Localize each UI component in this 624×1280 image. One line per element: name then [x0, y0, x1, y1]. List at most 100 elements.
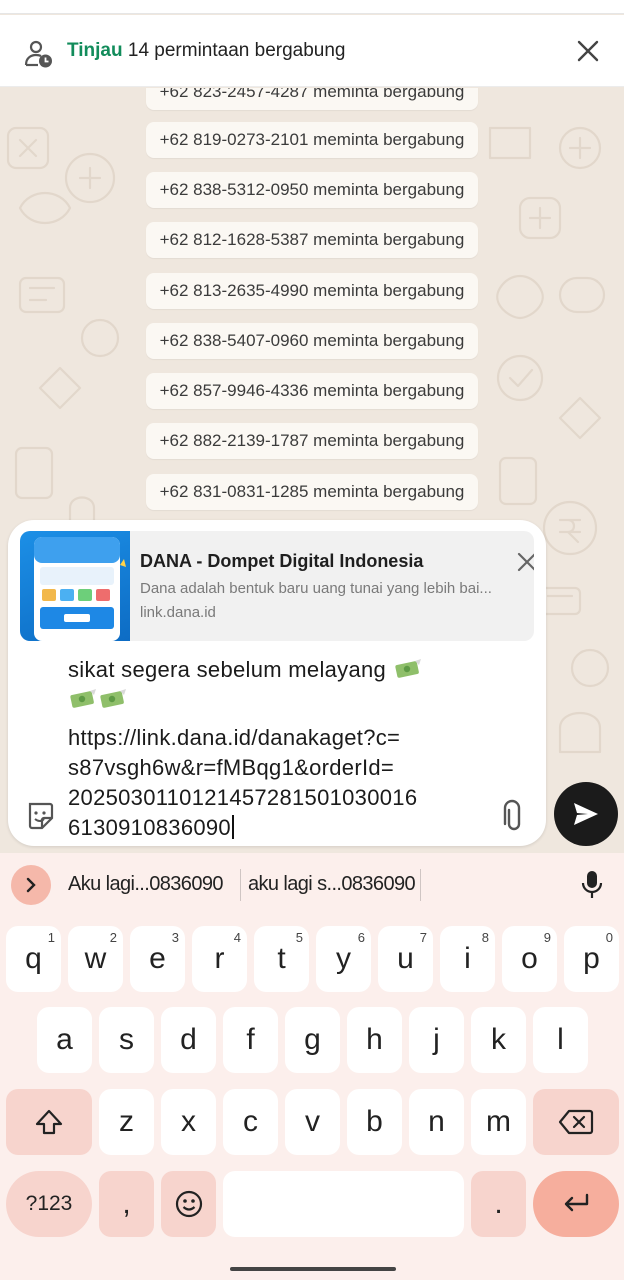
on-screen-keyboard: Aku lagi...0836090 aku lagi s...0836090 … — [0, 853, 624, 1280]
link-preview-title: DANA - Dompet Digital Indonesia — [140, 551, 424, 571]
message-line-text: sikat segera sebelum melayang — [68, 657, 387, 682]
message-line: https://link.dana.id/danakaget?c= — [68, 725, 401, 750]
key-b[interactable]: b — [347, 1089, 402, 1155]
message-composer[interactable]: DANA - Dompet Digital Indonesia Dana ada… — [8, 520, 546, 846]
key-label: e — [149, 942, 166, 975]
key-label: q — [25, 942, 42, 975]
close-banner-icon[interactable] — [574, 37, 602, 65]
system-message: +62 838-5407-0960 meminta bergabung — [146, 323, 478, 359]
key-label: ?123 — [25, 1192, 73, 1215]
join-requests-banner: Tinjau 14 permintaan bergabung — [0, 15, 624, 87]
key-d[interactable]: d — [161, 1007, 216, 1073]
link-preview-domain: link.dana.id — [140, 604, 216, 621]
message-line: s87vsgh6w&r=fMBqg1&orderId= — [68, 755, 395, 780]
key-n[interactable]: n — [409, 1089, 464, 1155]
key-label: r — [214, 942, 225, 975]
key-label: w — [84, 942, 107, 975]
key-w[interactable]: w2 — [68, 926, 123, 992]
system-message: +62 819-0273-2101 meminta bergabung — [146, 122, 478, 158]
system-message: +62 838-5312-0950 meminta bergabung — [146, 172, 478, 208]
text-cursor — [231, 815, 234, 839]
message-line: sikat segera sebelum melayang — [68, 655, 423, 685]
microphone-icon[interactable] — [580, 869, 604, 899]
key-a[interactable]: a — [37, 1007, 92, 1073]
comma-key[interactable]: , — [99, 1171, 154, 1237]
send-button[interactable] — [554, 782, 618, 846]
key-m[interactable]: m — [471, 1089, 526, 1155]
send-icon — [574, 803, 598, 825]
clipped-text-descenders — [68, 647, 228, 653]
join-requests-count: 14 permintaan bergabung — [122, 40, 346, 61]
message-line-emoji — [68, 685, 128, 715]
message-line-last: 6130910836090 — [68, 813, 234, 843]
phone-screenshot-image — [34, 537, 126, 641]
key-j[interactable]: j — [409, 1007, 464, 1073]
key-hint: 9 — [543, 930, 551, 945]
key-hint: 6 — [357, 930, 365, 945]
chevron-right-icon — [26, 877, 36, 893]
backspace-icon — [558, 1109, 594, 1135]
system-message: +62 882-2139-1787 meminta bergabung — [146, 423, 478, 459]
review-link[interactable]: Tinjau — [67, 40, 123, 61]
key-hint: 2 — [109, 930, 117, 945]
key-e[interactable]: e3 — [130, 926, 185, 992]
suggestion-divider — [420, 869, 421, 901]
dismiss-preview-icon[interactable] — [514, 549, 534, 575]
message-input[interactable]: sikat segera sebelum melayang https://li… — [68, 647, 508, 845]
key-label: u — [397, 942, 414, 975]
expand-toolbar-button[interactable] — [11, 865, 51, 905]
period-key[interactable]: . — [471, 1171, 526, 1237]
key-x[interactable]: x — [161, 1089, 216, 1155]
key-hint: 8 — [481, 930, 489, 945]
key-hint: 3 — [171, 930, 179, 945]
person-clock-icon — [24, 40, 52, 68]
key-label: t — [277, 942, 286, 975]
key-label: y — [336, 942, 351, 975]
key-f[interactable]: f — [223, 1007, 278, 1073]
shift-arrow-icon — [35, 1109, 63, 1135]
key-hint: 7 — [419, 930, 427, 945]
money-wings-emoji — [68, 688, 98, 708]
space-key[interactable] — [223, 1171, 464, 1237]
suggestion-item[interactable]: aku lagi s...0836090 — [248, 873, 416, 896]
suggestion-divider — [240, 869, 241, 901]
shift-key[interactable] — [6, 1089, 92, 1155]
key-y[interactable]: y6 — [316, 926, 371, 992]
sticker-emoji-icon[interactable] — [24, 800, 56, 832]
key-k[interactable]: k — [471, 1007, 526, 1073]
key-t[interactable]: t5 — [254, 926, 309, 992]
system-message: +62 831-0831-1285 meminta bergabung — [146, 474, 478, 510]
suggestion-item[interactable]: Aku lagi...0836090 — [68, 873, 223, 896]
key-o[interactable]: o9 — [502, 926, 557, 992]
key-c[interactable]: c — [223, 1089, 278, 1155]
key-p[interactable]: p0 — [564, 926, 619, 992]
key-label: i — [464, 942, 471, 975]
key-v[interactable]: v — [285, 1089, 340, 1155]
key-g[interactable]: g — [285, 1007, 340, 1073]
symbols-key[interactable]: ?123 — [6, 1171, 92, 1237]
backspace-key[interactable] — [533, 1089, 619, 1155]
key-l[interactable]: l — [533, 1007, 588, 1073]
key-u[interactable]: u7 — [378, 926, 433, 992]
key-z[interactable]: z — [99, 1089, 154, 1155]
system-message: +62 813-2635-4990 meminta bergabung — [146, 273, 478, 309]
enter-key[interactable] — [533, 1171, 619, 1237]
key-hint: 0 — [605, 930, 613, 945]
paperclip-icon[interactable] — [498, 798, 526, 832]
key-s[interactable]: s — [99, 1007, 154, 1073]
money-wings-emoji — [393, 658, 423, 678]
key-q[interactable]: q1 — [6, 926, 61, 992]
link-preview[interactable]: DANA - Dompet Digital Indonesia Dana ada… — [20, 531, 534, 641]
key-label: p — [583, 942, 600, 975]
suggestion-bar: Aku lagi...0836090 aku lagi s...0836090 — [0, 853, 624, 915]
message-line: 2025030110121457281501030016 — [68, 785, 418, 810]
link-preview-description: Dana adalah bentuk baru uang tunai yang … — [140, 580, 492, 597]
emoji-key[interactable] — [161, 1171, 216, 1237]
system-message: +62 823-2457-4287 meminta bergabung — [146, 88, 478, 110]
system-message: +62 812-1628-5387 meminta bergabung — [146, 222, 478, 258]
message-line-text: 6130910836090 — [68, 815, 231, 840]
key-h[interactable]: h — [347, 1007, 402, 1073]
key-i[interactable]: i8 — [440, 926, 495, 992]
enter-arrow-icon — [564, 1193, 589, 1212]
key-r[interactable]: r4 — [192, 926, 247, 992]
